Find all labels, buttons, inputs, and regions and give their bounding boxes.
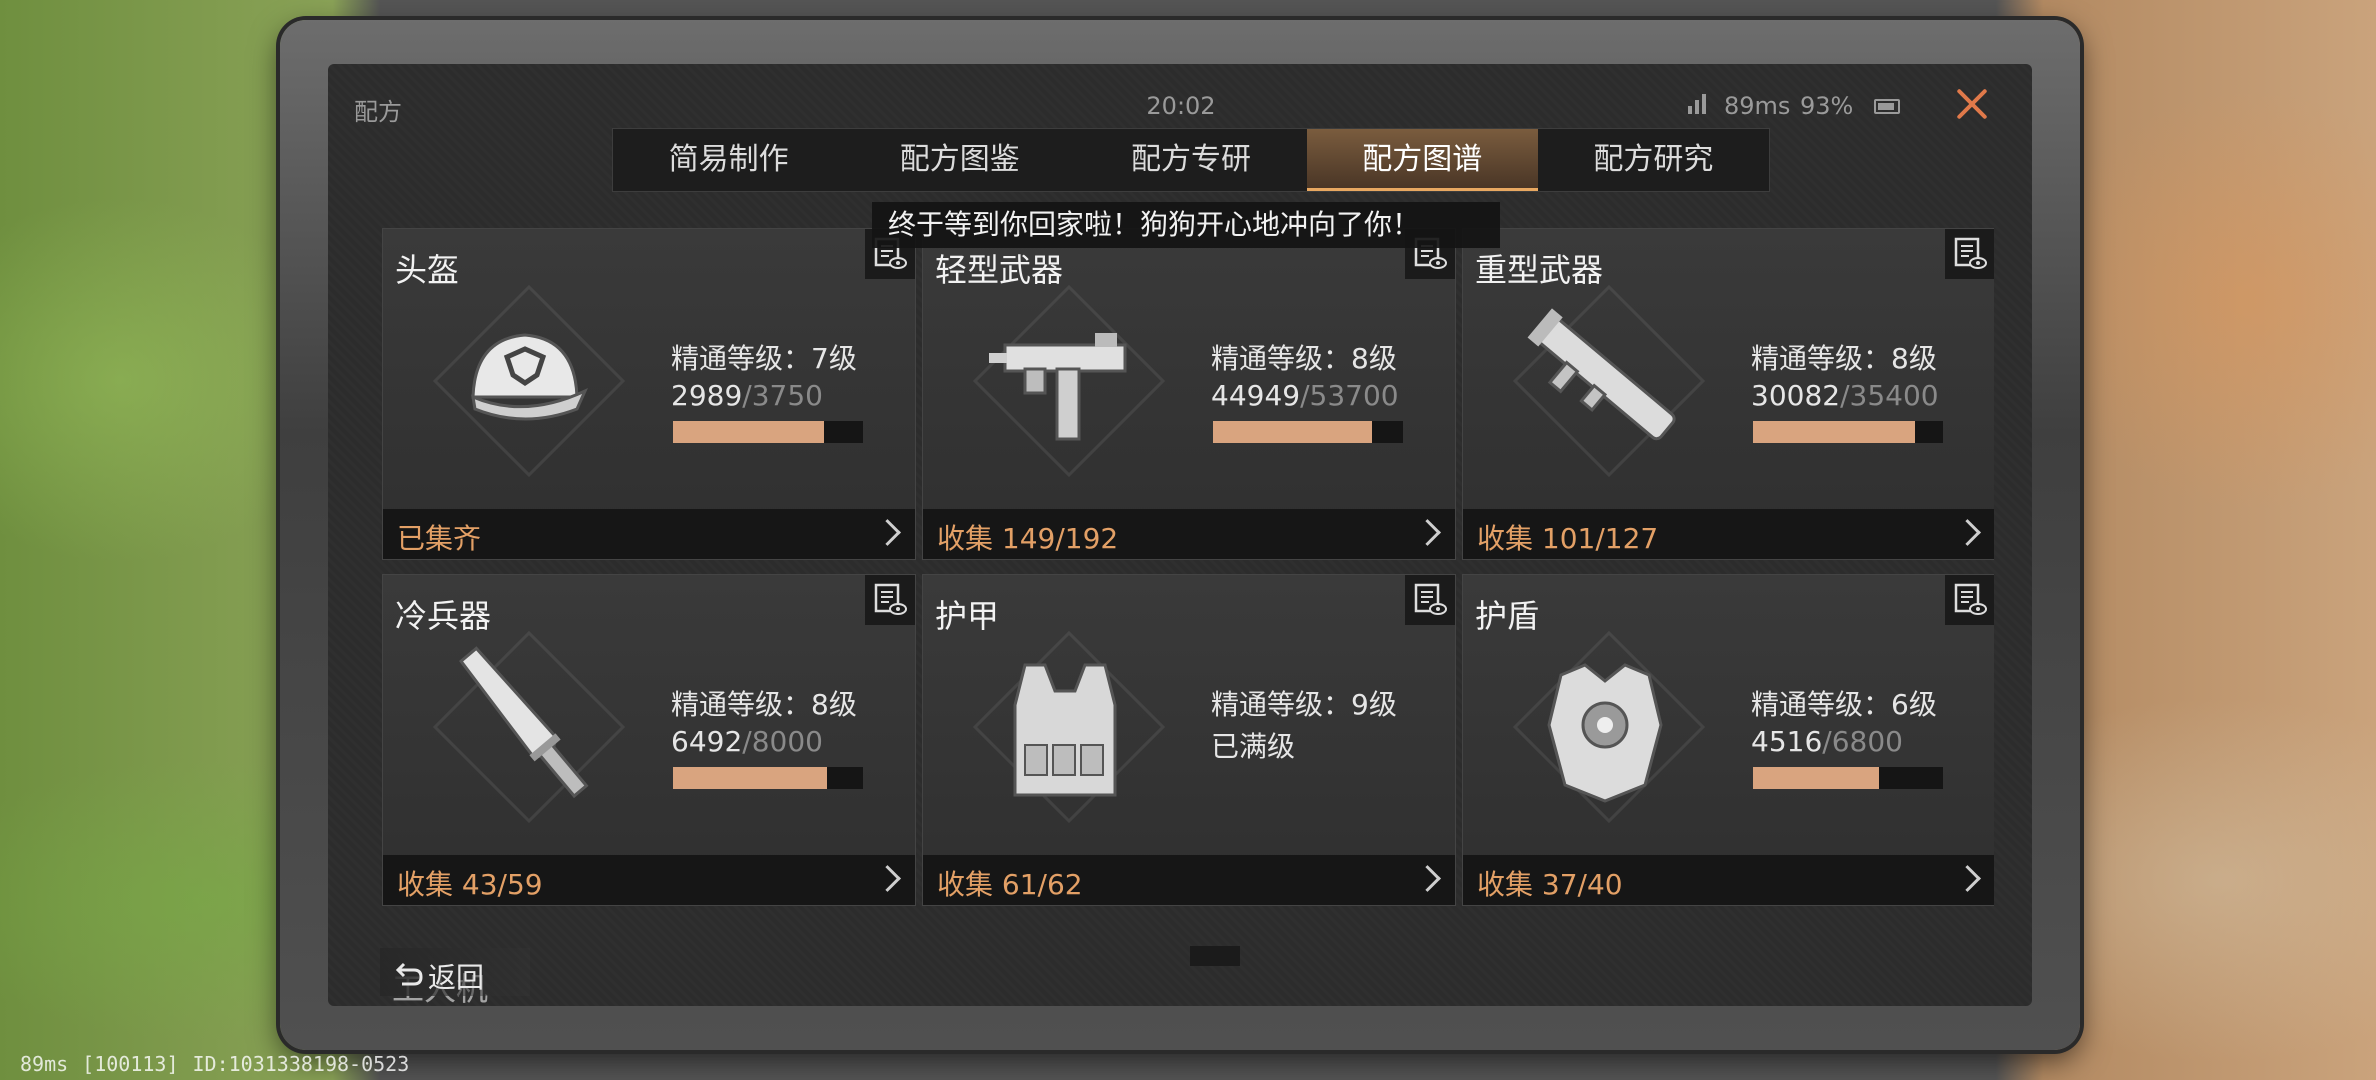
smg-icon bbox=[965, 279, 1165, 479]
book-view-icon[interactable] bbox=[865, 575, 915, 625]
vest-icon bbox=[965, 625, 1165, 825]
chevron-right-icon bbox=[1414, 519, 1441, 546]
category-card-light-weapon[interactable]: 轻型武器 精通等级：8级 44949/53700 收集 149/192 bbox=[922, 228, 1456, 560]
ping-text: 89ms bbox=[1724, 92, 1791, 120]
tab-recipe-research[interactable]: 配方研究 bbox=[1538, 129, 1769, 191]
battery-icon bbox=[1874, 99, 1900, 114]
return-arrow-icon bbox=[395, 962, 423, 986]
mastery-progress: 6492/8000 bbox=[671, 725, 823, 758]
helmet-cap-icon bbox=[425, 279, 625, 479]
chevron-right-icon bbox=[1414, 865, 1441, 892]
mastery-level: 精通等级：6级 bbox=[1751, 688, 1937, 721]
mastery-progress: 4516/6800 bbox=[1751, 725, 1903, 758]
tab-simple-craft[interactable]: 简易制作 bbox=[613, 129, 844, 191]
progress-max: /3750 bbox=[742, 379, 823, 412]
mastery-progress: 30082/35400 bbox=[1751, 379, 1939, 412]
panel-title: 配方 bbox=[354, 98, 402, 126]
collection-footer[interactable]: 收集 101/127 bbox=[1463, 509, 1994, 559]
progress-bar bbox=[673, 421, 863, 443]
mastery-progress: 44949/53700 bbox=[1211, 379, 1399, 412]
machete-icon bbox=[425, 625, 625, 825]
mastery-level: 精通等级：8级 bbox=[1211, 342, 1397, 375]
toast-message: 终于等到你回家啦！狗狗开心地冲向了你！ bbox=[872, 202, 1500, 248]
book-view-icon[interactable] bbox=[1945, 229, 1994, 279]
collection-text: 收集 37/40 bbox=[1477, 868, 1623, 901]
progress-bar bbox=[1213, 421, 1403, 443]
back-button[interactable]: 返回 bbox=[380, 948, 530, 996]
progress-current: 30082 bbox=[1751, 379, 1841, 412]
mastery-level: 精通等级：9级 bbox=[1211, 688, 1397, 721]
progress-fill bbox=[1753, 767, 1880, 789]
progress-fill bbox=[673, 421, 825, 443]
chevron-right-icon bbox=[874, 865, 901, 892]
collection-footer[interactable]: 收集 43/59 bbox=[383, 855, 915, 905]
tab-recipe-catalog[interactable]: 配方图鉴 bbox=[844, 129, 1075, 191]
progress-fill bbox=[1753, 421, 1915, 443]
collection-text: 收集 101/127 bbox=[1477, 522, 1659, 555]
collection-footer[interactable]: 已集齐 bbox=[383, 509, 915, 559]
mastery-level: 精通等级：8级 bbox=[671, 688, 857, 721]
clock: 20:02 bbox=[1146, 92, 1216, 120]
progress-max: /35400 bbox=[1840, 379, 1939, 412]
back-label: 返回 bbox=[428, 961, 485, 994]
player-id: ID:1031338198-0523 bbox=[192, 1052, 410, 1076]
chevron-right-icon bbox=[1954, 865, 1981, 892]
progress-max: /53700 bbox=[1300, 379, 1399, 412]
collection-text: 收集 149/192 bbox=[937, 522, 1119, 555]
max-level-text: 已满级 bbox=[1211, 730, 1296, 763]
collection-footer[interactable]: 收集 149/192 bbox=[923, 509, 1455, 559]
mastery-progress: 2989/3750 bbox=[671, 379, 823, 412]
collection-footer[interactable]: 收集 61/62 bbox=[923, 855, 1455, 905]
progress-max: /8000 bbox=[742, 725, 823, 758]
collection-text: 收集 61/62 bbox=[937, 868, 1083, 901]
close-icon[interactable] bbox=[1950, 82, 1994, 126]
chevron-right-icon bbox=[1954, 519, 1981, 546]
recipe-panel: 配方 20:02 89ms 93% 简易制作 配方图鉴 配方专研 配方图谱 配方… bbox=[328, 64, 2032, 1006]
progress-fill bbox=[673, 767, 827, 789]
category-card-armor[interactable]: 护甲 精通等级：9级 已满级 收集 61/62 bbox=[922, 574, 1456, 906]
progress-current: 6492 bbox=[671, 725, 743, 758]
progress-bar bbox=[1753, 421, 1943, 443]
book-view-icon[interactable] bbox=[1405, 575, 1455, 625]
category-card-heavy-weapon[interactable]: 重型武器 精通等级：8级 30082/35400 收集 101/127 bbox=[1462, 228, 1994, 560]
mastery-level: 精通等级：7级 bbox=[671, 342, 857, 375]
category-card-helmet[interactable]: 头盔 精通等级：7级 2989/3750 已集齐 bbox=[382, 228, 916, 560]
tab-recipe-study[interactable]: 配方专研 bbox=[1075, 129, 1306, 191]
tablet-frame: 配方 20:02 89ms 93% 简易制作 配方图鉴 配方专研 配方图谱 配方… bbox=[280, 20, 2080, 1050]
progress-current: 4516 bbox=[1751, 725, 1823, 758]
rocket-launcher-icon bbox=[1505, 279, 1705, 479]
tab-recipe-atlas[interactable]: 配方图谱 bbox=[1306, 129, 1538, 191]
collection-text: 已集齐 bbox=[397, 522, 482, 555]
progress-bar bbox=[1753, 767, 1943, 789]
mastery-level: 精通等级：8级 bbox=[1751, 342, 1937, 375]
progress-current: 2989 bbox=[671, 379, 743, 412]
progress-bar bbox=[673, 767, 863, 789]
server-id: [100113] bbox=[82, 1052, 179, 1076]
bottom-status-bar: 89ms [100113] ID:1031338198-0523 bbox=[20, 1052, 409, 1076]
shield-armor-icon bbox=[1505, 625, 1705, 825]
signal-icon bbox=[1688, 90, 1706, 114]
bottom-ping: 89ms bbox=[20, 1052, 69, 1076]
chevron-right-icon bbox=[874, 519, 901, 546]
progress-fill bbox=[1213, 421, 1373, 443]
category-grid: 头盔 精通等级：7级 2989/3750 已集齐 轻型武器 精通等级：8级 44… bbox=[382, 228, 1994, 1006]
progress-current: 44949 bbox=[1211, 379, 1301, 412]
collection-footer[interactable]: 收集 37/40 bbox=[1463, 855, 1994, 905]
category-card-melee[interactable]: 冷兵器 精通等级：8级 6492/8000 收集 43/59 bbox=[382, 574, 916, 906]
collection-text: 收集 43/59 bbox=[397, 868, 543, 901]
progress-max: /6800 bbox=[1822, 725, 1903, 758]
category-card-shield[interactable]: 护盾 精通等级：6级 4516/6800 收集 37/40 bbox=[1462, 574, 1994, 906]
battery-text: 93% bbox=[1800, 92, 1854, 120]
partial-book-icon bbox=[1190, 946, 1240, 966]
tab-bar: 简易制作 配方图鉴 配方专研 配方图谱 配方研究 bbox=[612, 128, 1770, 192]
book-view-icon[interactable] bbox=[1945, 575, 1994, 625]
